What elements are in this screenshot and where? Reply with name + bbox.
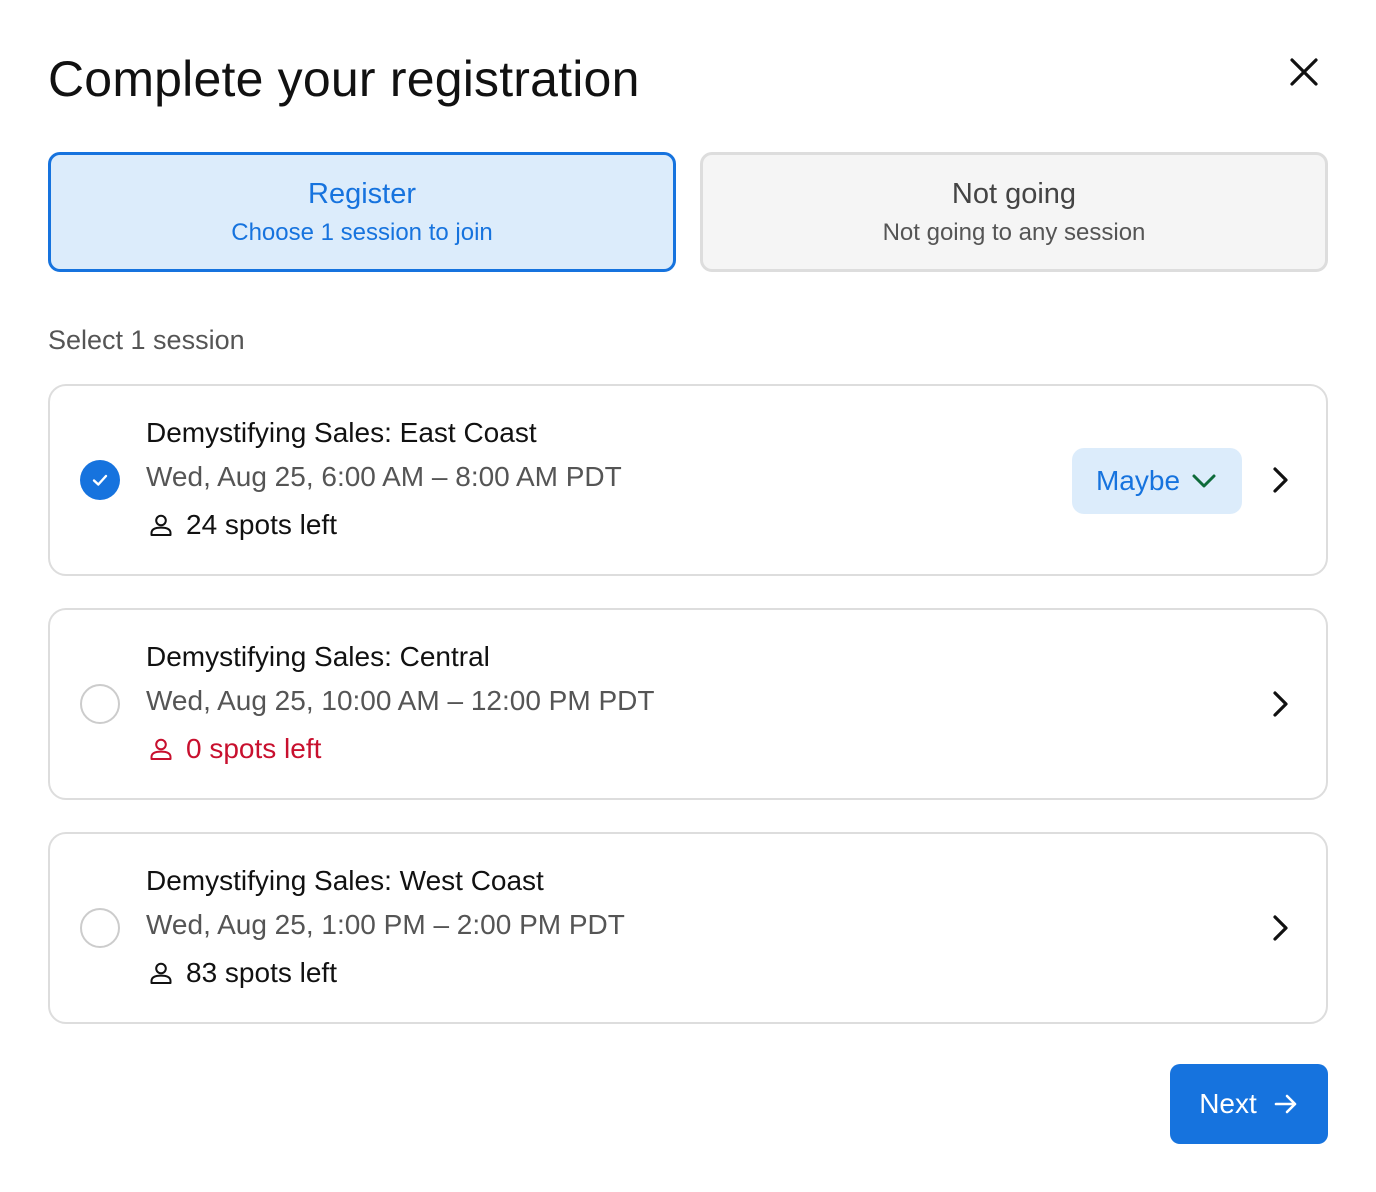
session-card[interactable]: Demystifying Sales: Central Wed, Aug 25,…	[48, 608, 1328, 800]
session-time: Wed, Aug 25, 10:00 AM – 12:00 PM PDT	[146, 685, 655, 716]
session-spots: 83 spots left	[146, 954, 337, 992]
person-icon	[146, 510, 176, 540]
registration-dialog: Complete your registration Register Choo…	[0, 0, 1376, 1192]
not-going-option-subtitle: Not going to any session	[882, 219, 1146, 246]
rsvp-dropdown-label: Maybe	[1095, 465, 1181, 496]
session-radio[interactable]	[80, 684, 120, 724]
register-option-subtitle: Choose 1 session to join	[231, 219, 493, 246]
session-spots-label: 0 spots left	[186, 733, 322, 764]
session-details-button[interactable]	[1262, 686, 1298, 722]
session-radio[interactable]	[80, 908, 120, 948]
session-name: Demystifying Sales: East Coast	[146, 417, 537, 448]
not-going-option[interactable]: Not going Not going to any session	[700, 152, 1328, 272]
dialog-title: Complete your registration	[48, 51, 640, 107]
session-spots: 0 spots left	[146, 730, 321, 768]
not-going-option-title: Not going	[951, 178, 1077, 210]
check-icon	[92, 474, 108, 486]
rsvp-dropdown[interactable]: Maybe	[1072, 448, 1242, 514]
session-details-button[interactable]	[1262, 462, 1298, 498]
sessions-label: Select 1 session	[48, 325, 245, 355]
next-button-label: Next	[1199, 1088, 1257, 1119]
close-button[interactable]	[1280, 48, 1328, 96]
session-time: Wed, Aug 25, 1:00 PM – 2:00 PM PDT	[146, 909, 625, 940]
session-spots: 24 spots left	[146, 506, 337, 544]
arrow-right-icon	[1274, 1094, 1297, 1114]
session-spots-label: 83 spots left	[186, 957, 337, 988]
session-details-button[interactable]	[1262, 910, 1298, 946]
next-button[interactable]: Next	[1170, 1064, 1328, 1144]
chevron-down-icon	[1192, 474, 1216, 488]
session-card[interactable]: Demystifying Sales: East Coast Wed, Aug …	[48, 384, 1328, 576]
chevron-right-icon	[1273, 467, 1288, 493]
session-time: Wed, Aug 25, 6:00 AM – 8:00 AM PDT	[146, 461, 622, 492]
register-option[interactable]: Register Choose 1 session to join	[48, 152, 676, 272]
person-icon	[146, 958, 176, 988]
session-name: Demystifying Sales: West Coast	[146, 865, 544, 896]
session-spots-label: 24 spots left	[186, 509, 337, 540]
chevron-right-icon	[1273, 691, 1288, 717]
session-name: Demystifying Sales: Central	[146, 641, 490, 672]
person-icon	[146, 734, 176, 764]
chevron-right-icon	[1273, 915, 1288, 941]
close-icon	[1290, 58, 1318, 86]
session-radio-checked[interactable]	[80, 460, 120, 500]
register-option-title: Register	[308, 178, 416, 210]
session-card[interactable]: Demystifying Sales: West Coast Wed, Aug …	[48, 832, 1328, 1024]
